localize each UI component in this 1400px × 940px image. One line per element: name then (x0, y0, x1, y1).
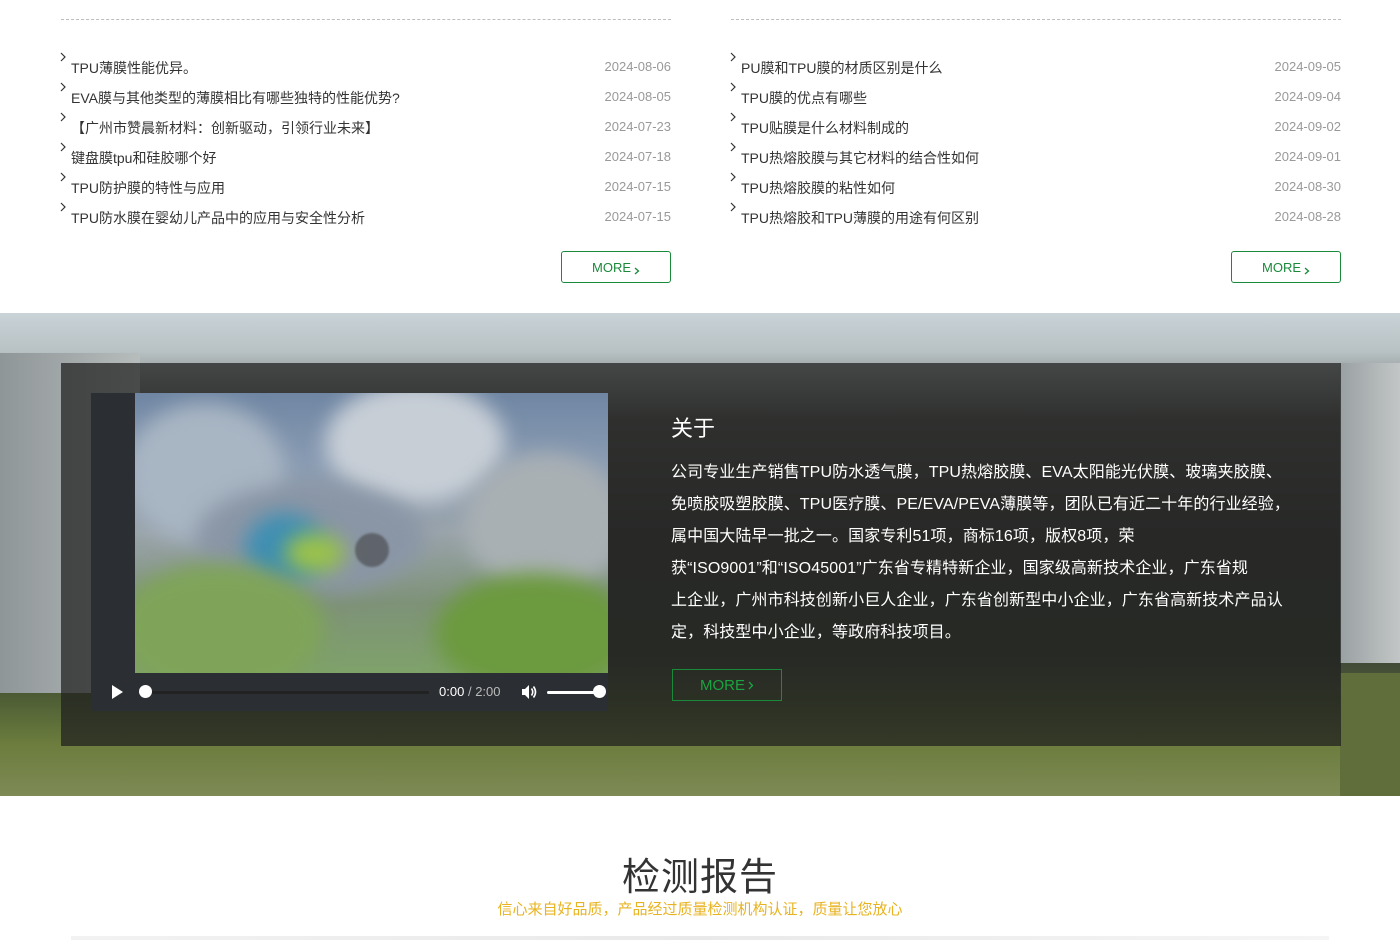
list-item[interactable]: 【广州市赞晨新材料：创新驱动，引领行业未来】 2024-07-23 (60, 112, 672, 142)
video-controls: 0:00 / 2:00 (91, 673, 608, 711)
news-date: 2024-07-15 (604, 179, 672, 194)
news-title[interactable]: TPU贴膜是什么材料制成的 (741, 118, 909, 138)
volume-handle[interactable] (593, 685, 606, 698)
news-title[interactable]: TPU防水膜在婴幼儿产品中的应用与安全性分析 (71, 208, 365, 228)
chevron-right-icon (730, 112, 738, 124)
about-title: 关于 (671, 416, 716, 441)
divider (61, 19, 671, 20)
report-section: 检测报告 信心来自好品质，产品经过质量检测机构认证，质量让您放心 (0, 796, 1400, 940)
video-play-overlay-icon[interactable] (355, 533, 389, 567)
news-date: 2024-07-18 (604, 149, 672, 164)
news-date: 2024-09-04 (1274, 89, 1342, 104)
chevron-right-icon (60, 52, 68, 64)
play-icon[interactable] (109, 684, 125, 700)
news-section: TPU薄膜性能优异。 2024-08-06 EVA膜与其他类型的薄膜相比有哪些独… (0, 0, 1400, 313)
list-item[interactable]: 键盘膜tpu和硅胶哪个好 2024-07-18 (60, 142, 672, 172)
news-date: 2024-08-30 (1274, 179, 1342, 194)
report-gallery-edge (71, 936, 1329, 940)
list-item[interactable]: TPU热熔胶和TPU薄膜的用途有何区别 2024-08-28 (730, 202, 1342, 232)
news-title[interactable]: TPU薄膜性能优异。 (71, 58, 197, 78)
seek-handle[interactable] (139, 685, 152, 698)
chevron-right-icon (60, 82, 68, 94)
about-panel: 0:00 / 2:00 关于 公司专业生产销售TPU防水透气膜，TPU热熔胶膜、… (61, 363, 1341, 746)
chevron-right-icon (730, 202, 738, 214)
volume-icon[interactable] (520, 683, 538, 701)
news-title[interactable]: PU膜和TPU膜的材质区别是什么 (741, 58, 942, 78)
news-title[interactable]: TPU膜的优点有哪些 (741, 88, 867, 108)
news-title[interactable]: TPU热熔胶膜与其它材料的结合性如何 (741, 148, 979, 168)
list-item[interactable]: TPU膜的优点有哪些 2024-09-04 (730, 82, 1342, 112)
more-button-label: MORE (700, 676, 745, 694)
report-subtitle: 信心来自好品质，产品经过质量检测机构认证，质量让您放心 (497, 901, 903, 918)
news-date: 2024-08-05 (604, 89, 672, 104)
list-item[interactable]: TPU薄膜性能优异。 2024-08-06 (60, 52, 672, 82)
about-line: 属中国大陆早一批之一。国家专利51项，商标16项，版权8项，荣 (671, 528, 1135, 545)
news-left-more-button[interactable]: MORE (561, 251, 671, 283)
chevron-right-icon (1304, 263, 1310, 275)
video-seek-bar[interactable] (145, 691, 429, 694)
about-line: 免喷胶吸塑胶膜、TPU医疗膜、PE/EVA/PEVA薄膜等，团队已有近二十年的行… (671, 496, 1290, 513)
list-item[interactable]: TPU防护膜的特性与应用 2024-07-15 (60, 172, 672, 202)
video-frame[interactable] (135, 393, 608, 673)
chevron-right-icon (60, 202, 68, 214)
divider (731, 19, 1341, 20)
video-player[interactable]: 0:00 / 2:00 (91, 393, 608, 711)
news-date: 2024-07-15 (604, 209, 672, 224)
report-title: 检测报告 (621, 857, 778, 899)
news-title[interactable]: EVA膜与其他类型的薄膜相比有哪些独特的性能优势? (71, 88, 400, 108)
news-date: 2024-08-06 (604, 59, 672, 74)
chevron-right-icon (730, 52, 738, 64)
chevron-right-icon (634, 263, 640, 275)
time-separator: / (467, 684, 472, 699)
list-item[interactable]: TPU热熔胶膜的粘性如何 2024-08-30 (730, 172, 1342, 202)
chevron-right-icon (730, 142, 738, 154)
chevron-right-icon (60, 172, 68, 184)
about-line: 获“ISO9001”和“ISO45001”广东省专精特新企业，国家级高新技术企业… (671, 560, 1249, 577)
video-time: 0:00 / 2:00 (439, 684, 501, 699)
news-date: 2024-09-01 (1274, 149, 1342, 164)
news-list: TPU薄膜性能优异。 2024-08-06 EVA膜与其他类型的薄膜相比有哪些独… (60, 52, 672, 232)
chevron-right-icon (730, 172, 738, 184)
news-date: 2024-08-28 (1274, 209, 1342, 224)
news-title[interactable]: 【广州市赞晨新材料：创新驱动，引领行业未来】 (71, 118, 379, 138)
list-item[interactable]: TPU热熔胶膜与其它材料的结合性如何 2024-09-01 (730, 142, 1342, 172)
about-line: 上企业，广州市科技创新小巨人企业，广东省创新型中小企业，广东省高新技术产品认 (671, 592, 1283, 609)
list-item[interactable]: EVA膜与其他类型的薄膜相比有哪些独特的性能优势? 2024-08-05 (60, 82, 672, 112)
news-date: 2024-09-05 (1274, 59, 1342, 74)
list-item[interactable]: PU膜和TPU膜的材质区别是什么 2024-09-05 (730, 52, 1342, 82)
news-right-more-button[interactable]: MORE (1231, 251, 1341, 283)
about-line: 公司专业生产销售TPU防水透气膜，TPU热熔胶膜、EVA太阳能光伏膜、玻璃夹胶膜… (671, 464, 1282, 481)
chevron-right-icon (730, 82, 738, 94)
news-title[interactable]: 键盘膜tpu和硅胶哪个好 (71, 148, 216, 168)
news-date: 2024-07-23 (604, 119, 672, 134)
news-list: PU膜和TPU膜的材质区别是什么 2024-09-05 TPU膜的优点有哪些 2… (730, 52, 1342, 232)
news-title[interactable]: TPU防护膜的特性与应用 (71, 178, 225, 198)
news-title[interactable]: TPU热熔胶膜的粘性如何 (741, 178, 895, 198)
more-button-label: MORE (592, 259, 631, 275)
chevron-right-icon (60, 142, 68, 154)
chevron-right-icon (748, 677, 754, 694)
chevron-right-icon (60, 112, 68, 124)
news-date: 2024-09-02 (1274, 119, 1342, 134)
about-section: 0:00 / 2:00 关于 公司专业生产销售TPU防水透气膜，TPU热熔胶膜、… (0, 313, 1400, 796)
more-button-label: MORE (1262, 259, 1301, 275)
current-time: 0:00 (439, 684, 465, 699)
about-description: 公司专业生产销售TPU防水透气膜，TPU热熔胶膜、EVA太阳能光伏膜、玻璃夹胶膜… (671, 457, 1296, 649)
list-item[interactable]: TPU贴膜是什么材料制成的 2024-09-02 (730, 112, 1342, 142)
news-title[interactable]: TPU热熔胶和TPU薄膜的用途有何区别 (741, 208, 979, 228)
list-item[interactable]: TPU防水膜在婴幼儿产品中的应用与安全性分析 2024-07-15 (60, 202, 672, 232)
about-more-button[interactable]: MORE (672, 669, 782, 701)
about-line: 定，科技型中小企业，等政府科技项目。 (671, 624, 961, 641)
duration: 2:00 (475, 684, 501, 699)
